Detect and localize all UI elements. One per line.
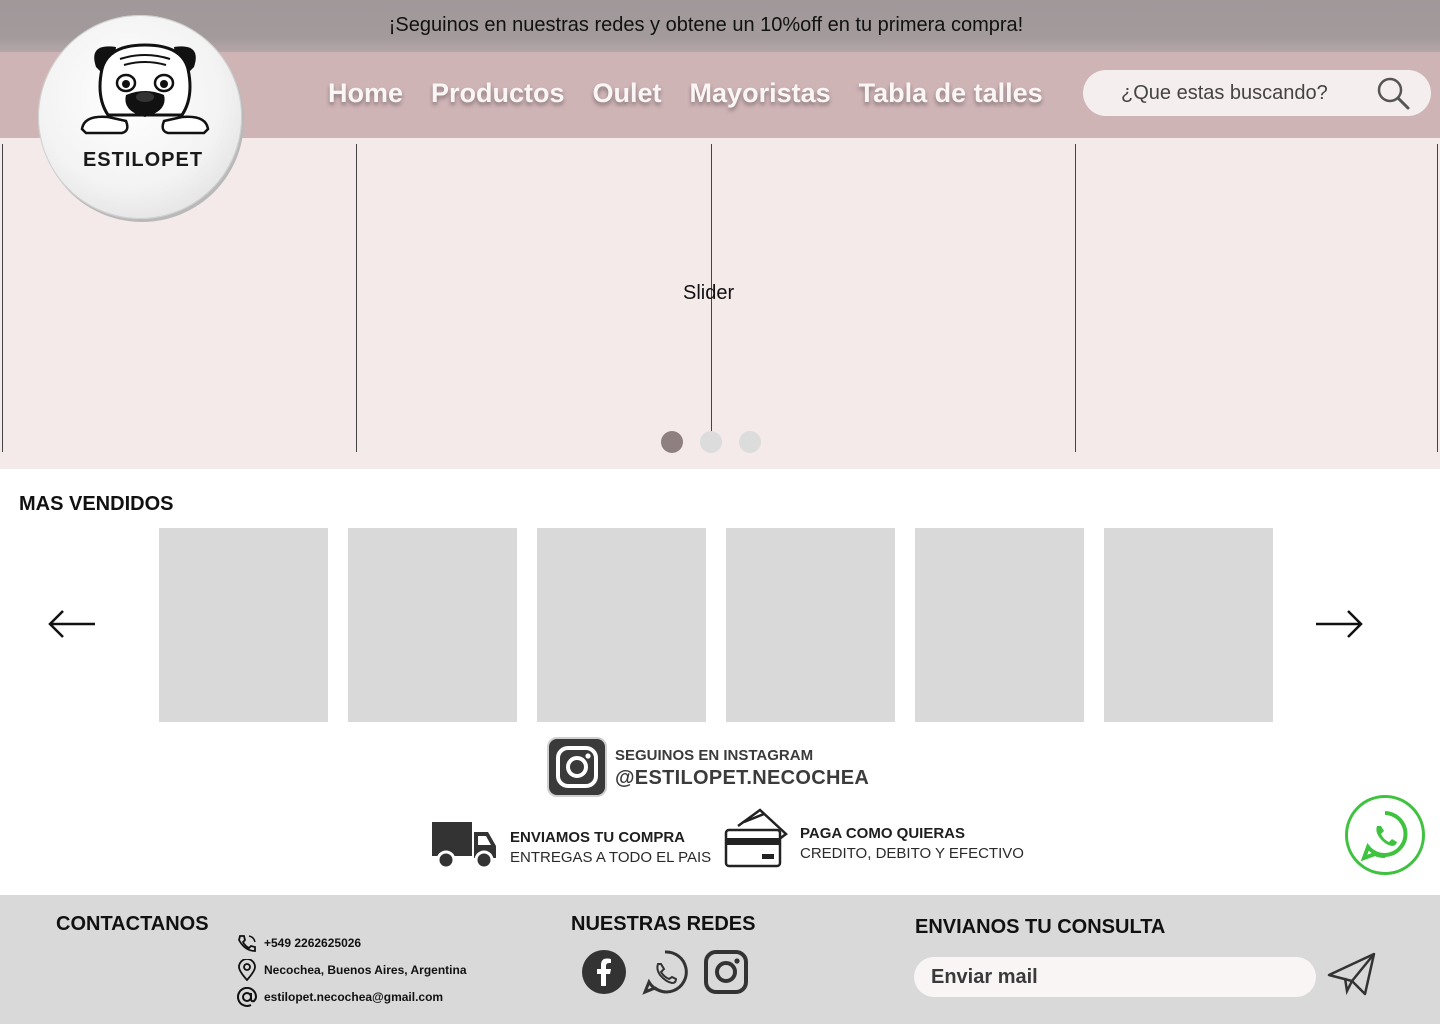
arrow-right-icon[interactable] [1314,607,1364,641]
instagram-handle[interactable]: @ESTILOPET.NECOCHEA [615,767,869,790]
contact-email-text: estilopet.necochea@gmail.com [264,990,444,1004]
pug-dog-icon [80,43,210,135]
whatsapp-icon[interactable] [642,949,688,995]
best-sellers-carousel [159,528,1273,722]
whatsapp-icon [1360,811,1408,862]
product-card[interactable] [726,528,895,722]
shipping-title: ENVIAMOS TU COMPRA [510,829,686,846]
promo-text: ¡Seguinos en nuestras redes y obtene un … [388,14,1024,36]
slider-dot-2[interactable] [700,431,722,453]
search-icon[interactable] [1375,75,1411,111]
nav-link-mayoristas[interactable]: Mayoristas [690,78,831,109]
truck-icon [432,822,496,870]
payment-feature: PAGA COMO QUIERAS CREDITO, DEBITO Y EFEC… [800,825,1024,862]
mail-input[interactable] [914,957,1316,997]
instagram-label: SEGUINOS EN INSTAGRAM [615,747,814,764]
facebook-icon[interactable] [581,949,627,995]
promo-bar: ¡Seguinos en nuestras redes y obtene un … [0,0,1440,52]
instagram-icon [549,739,605,795]
slider-dots [661,431,761,453]
shipping-feature: ENVIAMOS TU COMPRA ENTREGAS A TODO EL PA… [510,829,711,866]
payment-subtitle: CREDITO, DEBITO Y EFECTIVO [800,845,1024,862]
product-card[interactable] [537,528,706,722]
query-title: ENVIANOS TU CONSULTA [915,916,1166,938]
slider-label: Slider [683,282,735,304]
footer: CONTACTANOS +549 2262625026 Necochea, Bu… [0,895,1440,1024]
arrow-left-icon[interactable] [47,607,97,641]
contact-email[interactable]: estilopet.necochea@gmail.com [237,987,443,1007]
slide-divider [356,144,357,452]
slider-dot-3[interactable] [739,431,761,453]
search-box [1083,70,1431,116]
product-card[interactable] [348,528,517,722]
instagram-icon[interactable] [703,949,749,995]
product-card[interactable] [1104,528,1273,722]
slider-dot-1[interactable] [661,431,683,453]
payment-title: PAGA COMO QUIERAS [800,825,966,842]
contact-address: Necochea, Buenos Aires, Argentina [237,959,467,981]
slide-divider [1075,144,1076,452]
product-card[interactable] [159,528,328,722]
nav-link-outlet[interactable]: Oulet [593,78,662,109]
slide-divider [1437,144,1438,452]
at-sign-icon [237,987,257,1007]
brand-logo[interactable]: ESTILOPET [38,15,242,219]
phone-icon [238,935,256,952]
whatsapp-float-button[interactable] [1345,795,1425,875]
nav-link-productos[interactable]: Productos [431,78,565,109]
best-sellers-title: MAS VENDIDOS [19,493,174,515]
search-input[interactable] [1121,80,1361,106]
contact-phone[interactable]: +549 2262625026 [237,934,361,952]
instagram-promo[interactable]: SEGUINOS EN INSTAGRAM @ESTILOPET.NECOCHE… [549,739,909,795]
nav-link-tabla-de-talles[interactable]: Tabla de talles [859,78,1043,109]
nav-link-home[interactable]: Home [328,78,403,109]
send-icon[interactable] [1327,951,1377,997]
contact-phone-text: +549 2262625026 [264,936,362,950]
product-card[interactable] [915,528,1084,722]
hero-slider[interactable]: Slider [0,138,1440,469]
social-title: NUESTRAS REDES [571,913,756,935]
slide-divider [2,144,3,452]
credit-card-icon [724,808,788,868]
contact-address-text: Necochea, Buenos Aires, Argentina [264,963,467,977]
contact-title: CONTACTANOS [56,913,209,935]
nav-links: Home Productos Oulet Mayoristas Tabla de… [328,78,1071,109]
location-pin-icon [238,959,256,981]
brand-name: ESTILOPET [82,149,204,171]
shipping-subtitle: ENTREGAS A TODO EL PAIS [510,849,712,866]
